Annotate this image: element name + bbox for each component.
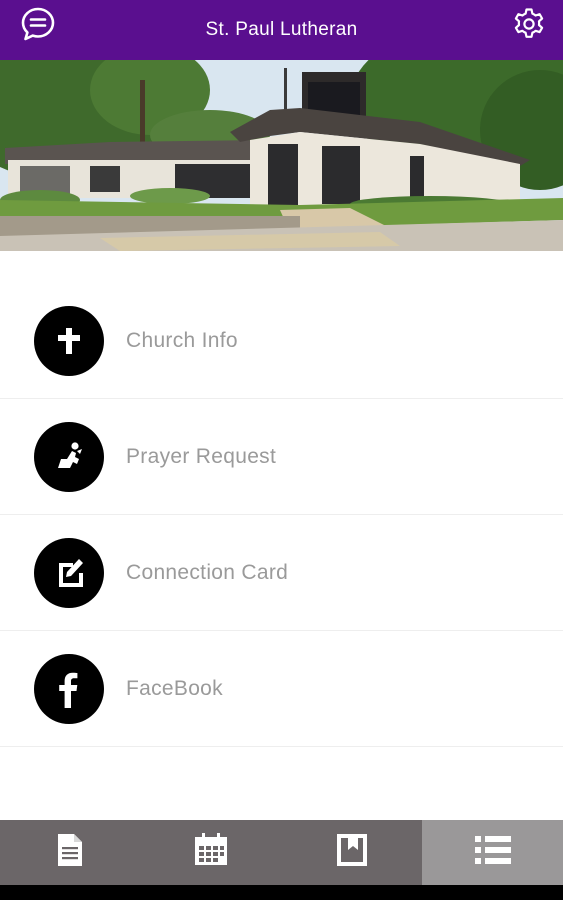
- app-title: St. Paul Lutheran: [205, 19, 358, 40]
- bookmark-book-icon: [336, 833, 368, 872]
- gear-icon[interactable]: [511, 6, 547, 42]
- document-icon: [56, 833, 84, 872]
- chat-bubble-icon[interactable]: [20, 6, 56, 42]
- cross-icon: [34, 305, 104, 376]
- app-header: St. Paul Lutheran: [0, 0, 563, 60]
- menu-label-facebook: FaceBook: [126, 676, 223, 700]
- calendar-icon: [193, 833, 229, 872]
- list-icon: [474, 835, 511, 870]
- edit-note-icon: [34, 537, 104, 608]
- praying-figure-icon: [34, 421, 104, 492]
- menu-item-prayer-request[interactable]: Prayer Request: [0, 399, 563, 515]
- menu-item-church-info[interactable]: Church Info: [0, 283, 563, 399]
- menu-item-connection-card[interactable]: Connection Card: [0, 515, 563, 631]
- tab-bookmark[interactable]: [282, 820, 423, 885]
- menu-item-facebook[interactable]: FaceBook: [0, 631, 563, 747]
- menu-label-connection-card: Connection Card: [126, 560, 289, 584]
- church-building-photo: [0, 60, 563, 251]
- tab-calendar[interactable]: [141, 820, 282, 885]
- menu-label-church-info: Church Info: [126, 328, 238, 352]
- tab-list[interactable]: [422, 820, 563, 885]
- bottom-tab-bar: [0, 820, 563, 885]
- facebook-icon: [34, 653, 104, 724]
- system-nav-bar: [0, 885, 563, 900]
- menu-label-prayer-request: Prayer Request: [126, 444, 277, 468]
- menu-list: Church Info Prayer Request Connection Ca…: [0, 283, 563, 747]
- tab-document[interactable]: [0, 820, 141, 885]
